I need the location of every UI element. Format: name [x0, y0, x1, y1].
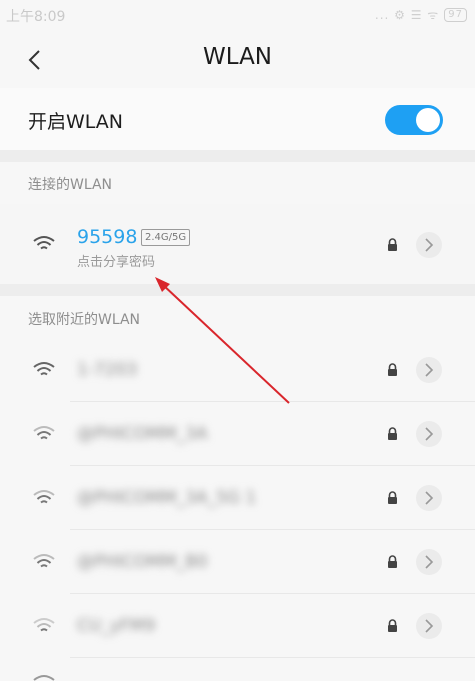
network-name: @PHICOMM_B0 — [77, 552, 208, 572]
lock-icon — [388, 491, 397, 504]
wifi-icon — [33, 490, 55, 504]
connected-section-header: 连接的WLAN — [0, 162, 475, 202]
lock-icon — [388, 427, 397, 440]
network-details-button[interactable] — [416, 232, 442, 258]
wifi-icon — [33, 426, 55, 440]
list-item[interactable]: @PHICOMM_3A_5G 1 — [0, 466, 475, 530]
wifi-icon — [33, 362, 55, 376]
network-details-button[interactable] — [416, 549, 442, 575]
list-item[interactable]: @PHICOMM_3A — [0, 402, 475, 466]
connected-network-row[interactable]: 95598 2.4G/5G 点击分享密码 — [0, 204, 475, 284]
wifi-icon — [33, 675, 55, 681]
list-item[interactable]: 1-7203 — [0, 338, 475, 402]
page-title: WLAN — [202, 44, 273, 70]
status-icons: ... ⚙ ☰ ᯤ 97 — [375, 6, 467, 23]
network-details-button[interactable] — [416, 421, 442, 447]
chevron-right-icon — [425, 555, 434, 569]
network-name: 1-7203 — [77, 360, 138, 380]
chevron-right-icon — [425, 363, 434, 377]
list-item[interactable]: CU_yFM9 — [0, 594, 475, 658]
band-badge: 2.4G/5G — [141, 229, 191, 246]
wlan-toggle-row: 开启WLAN — [0, 88, 475, 150]
status-time: 上午8:09 — [6, 9, 66, 25]
wlan-toggle-label: 开启WLAN — [28, 111, 124, 133]
nearby-section-title: 选取附近的WLAN — [28, 312, 141, 328]
chevron-right-icon — [425, 427, 434, 441]
wifi-icon — [33, 554, 55, 568]
toggle-knob — [416, 108, 440, 132]
lock-icon — [388, 619, 397, 632]
network-name: @PHICOMM_3A — [77, 424, 208, 444]
battery-icon: 97 — [444, 7, 467, 22]
signal-icons: ... ⚙ ☰ ᯤ — [374, 8, 440, 22]
status-bar: 上午8:09 ... ⚙ ☰ ᯤ 97 — [0, 0, 475, 32]
lock-icon — [388, 363, 397, 376]
wifi-icon — [33, 236, 55, 250]
network-details-button[interactable] — [416, 357, 442, 383]
lock-icon — [388, 238, 397, 251]
wlan-toggle-switch[interactable] — [385, 105, 443, 135]
chevron-right-icon — [425, 619, 434, 633]
wifi-icon — [33, 618, 55, 632]
list-item[interactable]: @PHICOMM_B0 — [0, 530, 475, 594]
network-name: CU_yFM9 — [77, 616, 156, 636]
chevron-right-icon — [425, 491, 434, 505]
connected-section-title: 连接的WLAN — [28, 177, 113, 193]
connected-network-name: 95598 — [77, 226, 138, 248]
section-divider — [0, 284, 475, 296]
lock-icon — [388, 555, 397, 568]
network-details-button[interactable] — [416, 485, 442, 511]
list-item-partial[interactable] — [0, 658, 475, 681]
section-divider — [0, 150, 475, 162]
chevron-right-icon — [425, 238, 434, 252]
nearby-section-header: 选取附近的WLAN — [0, 296, 475, 336]
page-header: WLAN — [0, 32, 475, 88]
share-password-hint: 点击分享密码 — [77, 255, 156, 270]
network-details-button[interactable] — [416, 613, 442, 639]
network-name: @PHICOMM_3A_5G 1 — [77, 488, 257, 508]
